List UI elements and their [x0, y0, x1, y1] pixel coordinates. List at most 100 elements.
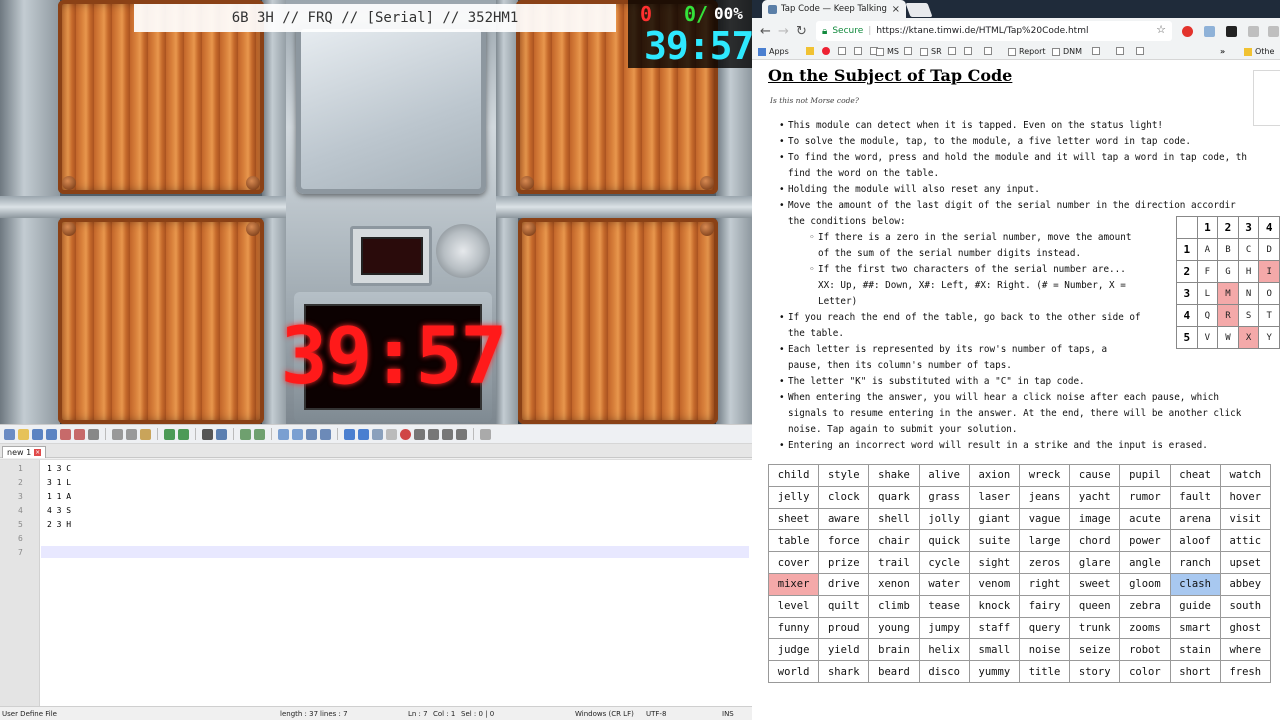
tab-close-icon[interactable]: × — [34, 449, 42, 456]
all-chars-icon[interactable] — [306, 428, 317, 440]
replace-icon[interactable] — [216, 428, 227, 440]
run-macro-icon[interactable] — [442, 428, 453, 440]
tab-close-icon[interactable]: × — [892, 4, 900, 15]
save-all-icon[interactable] — [46, 428, 57, 440]
print-icon[interactable] — [88, 428, 99, 440]
function-list-icon[interactable] — [372, 428, 383, 440]
word-cell: jolly — [918, 507, 970, 531]
play-macro-icon[interactable] — [428, 428, 439, 440]
forward-icon[interactable]: → — [778, 24, 789, 39]
stop-macro-icon[interactable] — [414, 428, 425, 440]
doc-map-icon[interactable] — [358, 428, 369, 440]
extension-icon[interactable] — [1248, 26, 1259, 37]
speaker-icon — [436, 224, 490, 278]
word-cell: knock — [968, 594, 1020, 618]
word-cell: query — [1018, 616, 1071, 640]
word-row: world shark beard disco yummy title story color… — [767, 660, 1271, 683]
bookmark-report[interactable]: Report — [1008, 47, 1046, 56]
more-bookmarks-icon[interactable]: » — [1220, 47, 1225, 56]
hud-solved: 0/ — [684, 2, 709, 26]
status-light-housing[interactable] — [350, 226, 432, 286]
bookmark-icon[interactable] — [854, 47, 862, 55]
new-file-icon[interactable] — [4, 428, 15, 440]
word-cell: robot — [1119, 638, 1171, 662]
grid-col-header: 3 — [1237, 216, 1260, 239]
reload-icon[interactable]: ↻ — [796, 24, 807, 39]
extension-icon[interactable] — [1204, 26, 1215, 37]
redo-icon[interactable] — [178, 428, 189, 440]
bookmark-icon[interactable] — [964, 47, 972, 55]
notepad-editor[interactable]: 1 2 3 4 5 6 7 1 3 C 3 1 L 1 1 A 4 3 S 2 … — [0, 459, 752, 706]
bookmark-icon[interactable] — [806, 47, 814, 55]
bookmark-icon[interactable] — [904, 47, 912, 55]
bookmark-icon[interactable] — [1116, 47, 1124, 55]
word-wrap-icon[interactable] — [292, 428, 303, 440]
save-macro-icon[interactable] — [456, 428, 467, 440]
word-cell: fault — [1169, 485, 1221, 509]
cut-icon[interactable] — [112, 428, 123, 440]
game-view[interactable]: 39:57 6B 3H // FRQ // [Serial] // 352HM1… — [0, 0, 752, 424]
word-cell: proud — [818, 616, 870, 640]
rule-item: To find the word, press and hold the mod… — [779, 150, 1247, 166]
code-line[interactable]: 3 1 L — [47, 478, 71, 487]
notepad-tab[interactable]: new 1 × — [2, 446, 47, 458]
bookmark-icon[interactable] — [838, 47, 846, 55]
folder-workspace-icon[interactable] — [386, 428, 397, 440]
bookmark-apps[interactable]: Apps — [758, 47, 789, 56]
bookmark-sr[interactable]: SR — [920, 47, 942, 56]
grid-cell-highlighted: X — [1237, 326, 1260, 349]
grid-row-header: 3 — [1176, 282, 1198, 305]
sub-rule-cont: XX: Up, ##: Down, X#: Left, #X: Right. (… — [818, 280, 1126, 291]
notepad-toolbar — [0, 424, 752, 444]
line-number: 3 — [18, 492, 23, 501]
code-line[interactable]: 4 3 S — [47, 506, 71, 515]
spell-check-icon[interactable] — [480, 428, 491, 440]
bookmark-icon[interactable] — [822, 47, 830, 55]
code-line[interactable]: 2 3 H — [47, 520, 71, 529]
language-icon[interactable] — [344, 428, 355, 440]
close-file-icon[interactable] — [60, 428, 71, 440]
new-tab-button[interactable] — [905, 3, 933, 17]
zoom-out-icon[interactable] — [254, 428, 265, 440]
word-cell: jeans — [1018, 485, 1071, 509]
bookmark-star-icon[interactable]: ☆ — [1156, 23, 1166, 36]
zoom-in-icon[interactable] — [240, 428, 251, 440]
bookmark-icon[interactable] — [1136, 47, 1144, 55]
bookmark-other[interactable]: Othe — [1244, 47, 1274, 56]
copy-icon[interactable] — [126, 428, 137, 440]
stream-overlay-bar: 6B 3H // FRQ // [Serial] // 352HM1 — [134, 4, 616, 32]
save-icon[interactable] — [32, 428, 43, 440]
word-cell: noise — [1018, 638, 1071, 662]
address-bar[interactable]: 🔒︎ Secure | https://ktane.timwi.de/HTML/… — [816, 21, 1172, 41]
undo-icon[interactable] — [164, 428, 175, 440]
bookmark-icon[interactable] — [1092, 47, 1100, 55]
grid-col-header: 2 — [1217, 216, 1239, 239]
bookmark-icon[interactable] — [984, 47, 992, 55]
bookmark-icon[interactable] — [948, 47, 956, 55]
word-cell: prize — [818, 551, 870, 574]
extension-grid-icon[interactable] — [1226, 26, 1237, 37]
code-line[interactable]: 1 1 A — [47, 492, 71, 501]
screen: 39:57 6B 3H // FRQ // [Serial] // 352HM1… — [0, 0, 1280, 720]
word-row: funny proud young jumpy staff query trunk zooms… — [767, 616, 1271, 640]
bookmark-dnm[interactable]: DNM — [1052, 47, 1082, 56]
paste-icon[interactable] — [140, 428, 151, 440]
extension-icon[interactable] — [1268, 26, 1279, 37]
word-cell: upset — [1219, 551, 1271, 574]
code-line[interactable]: 1 3 C — [47, 464, 71, 473]
back-icon[interactable]: ← — [760, 24, 771, 39]
sync-scroll-icon[interactable] — [278, 428, 289, 440]
bookmark-ms[interactable]: MS — [876, 47, 899, 56]
status-light[interactable] — [361, 237, 423, 275]
browser-tab[interactable]: Tap Code — Keep Talking × — [762, 0, 906, 18]
close-all-icon[interactable] — [74, 428, 85, 440]
grid-cell-highlighted: M — [1217, 282, 1239, 305]
indent-guide-icon[interactable] — [320, 428, 331, 440]
open-file-icon[interactable] — [18, 428, 29, 440]
adblock-icon[interactable] — [1182, 26, 1193, 37]
tap-code-plate[interactable] — [296, 24, 486, 194]
record-macro-icon[interactable] — [400, 428, 411, 440]
timer-digits: 39:57 — [280, 312, 508, 402]
find-icon[interactable] — [202, 428, 213, 440]
notepad-status-bar: User Define File length : 37 lines : 7 L… — [0, 706, 752, 720]
